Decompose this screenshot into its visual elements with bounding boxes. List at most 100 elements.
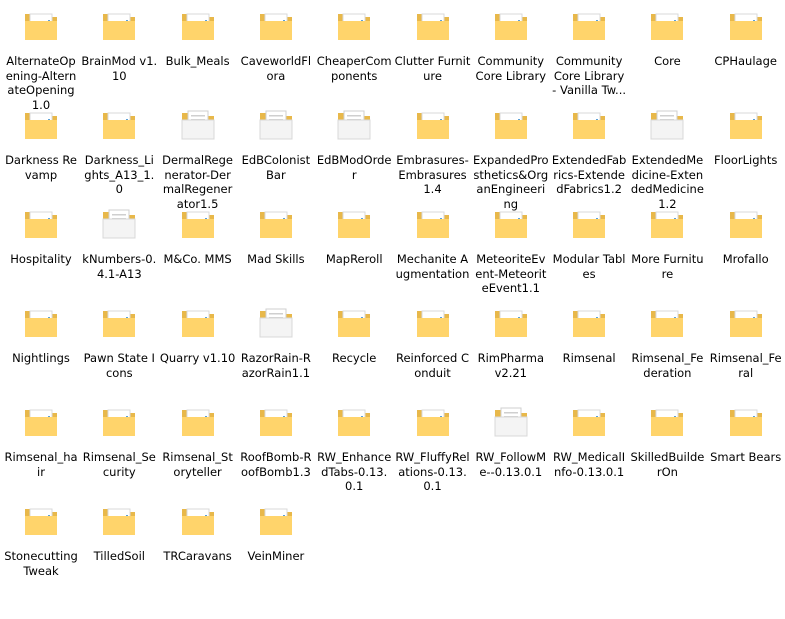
- folder-icon: [650, 10, 684, 42]
- folder-item[interactable]: MeteoriteEvent-MeteoriteEvent1.1: [473, 198, 549, 296]
- folder-icon: [337, 307, 371, 339]
- folder-label: SkilledBuilderOn: [630, 450, 705, 479]
- folder-icon: [259, 406, 293, 438]
- folder-label: ExtendedFabrics-ExtendedFabrics1.2: [551, 153, 627, 196]
- folder-label: Embrasures-Embrasures1.4: [396, 153, 469, 196]
- folder-item[interactable]: Rimsenal: [551, 297, 627, 366]
- folder-item[interactable]: Mrofallo: [708, 198, 784, 267]
- folder-icon: [494, 109, 528, 141]
- folder-label: kNumbers-0.4.1-A13: [82, 252, 157, 281]
- folder-item[interactable]: RW_FluffyRelations-0.13.0.1: [395, 396, 471, 494]
- folder-label: RazorRain-RazorRain1.1: [240, 351, 311, 380]
- folder-item[interactable]: Community Core Library - Vanilla Tw...: [551, 0, 627, 98]
- folder-label: CheaperComponents: [316, 54, 392, 83]
- folder-item[interactable]: M&Co. MMS: [160, 198, 236, 267]
- folder-item[interactable]: TilledSoil: [81, 495, 157, 564]
- folder-label: Reinforced Conduit: [396, 351, 469, 380]
- folder-item[interactable]: RW_FollowMe--0.13.0.1: [473, 396, 549, 479]
- folder-item[interactable]: DermalRegenerator-DermalRegenerator1.5: [160, 99, 236, 211]
- folder-item[interactable]: BrainMod v1.10: [81, 0, 157, 83]
- folder-label: Hospitality: [10, 252, 72, 266]
- folder-item[interactable]: RimPharma v2.21: [473, 297, 549, 380]
- folder-label: CPHaulage: [714, 54, 777, 68]
- folder-item[interactable]: EdBColonistBar: [238, 99, 314, 182]
- folder-item[interactable]: Rimsenal_hair: [3, 396, 79, 479]
- folder-item[interactable]: VeinMiner: [238, 495, 314, 564]
- folder-icon: [729, 406, 763, 438]
- folder-item[interactable]: Nightlings: [3, 297, 79, 366]
- folder-item[interactable]: FloorLights: [708, 99, 784, 168]
- folder-item[interactable]: Core: [629, 0, 705, 69]
- folder-icon: [650, 307, 684, 339]
- folder-item[interactable]: More Furniture: [629, 198, 705, 281]
- folder-label: Darkness Revamp: [5, 153, 77, 182]
- folder-item[interactable]: Reinforced Conduit: [395, 297, 471, 380]
- folder-item[interactable]: Recycle: [316, 297, 392, 366]
- folder-item[interactable]: ExtendedFabrics-ExtendedFabrics1.2: [551, 99, 627, 197]
- folder-doc-icon: [337, 109, 371, 141]
- folder-icon: [24, 505, 58, 537]
- folder-label: Bulk_Meals: [165, 54, 230, 68]
- folder-doc-icon: [650, 109, 684, 141]
- folder-item[interactable]: TRCaravans: [160, 495, 236, 564]
- folder-item[interactable]: Darkness_Lights_A13_1.0: [81, 99, 157, 197]
- folder-icon: [729, 208, 763, 240]
- folder-item[interactable]: RW_EnhancedTabs-0.13.0.1: [316, 396, 392, 494]
- folder-label: More Furniture: [631, 252, 704, 281]
- folder-item[interactable]: Rimsenal_Security: [81, 396, 157, 479]
- folder-doc-icon: [102, 208, 136, 240]
- folder-item[interactable]: MapReroll: [316, 198, 392, 267]
- folder-item[interactable]: Embrasures-Embrasures1.4: [395, 99, 471, 197]
- folder-item[interactable]: ExtendedMedicine-ExtendedMedicine1.2: [629, 99, 705, 211]
- folder-item[interactable]: Mechanite Augmentation: [395, 198, 471, 281]
- folder-item[interactable]: Pawn State Icons: [81, 297, 157, 380]
- folder-item[interactable]: CaveworldFlora: [238, 0, 314, 83]
- folder-item[interactable]: Mad Skills: [238, 198, 314, 267]
- folder-icon: [24, 208, 58, 240]
- folder-label: Pawn State Icons: [83, 351, 155, 380]
- folder-item[interactable]: RoofBomb-RoofBomb1.3: [238, 396, 314, 479]
- folder-label: RW_FollowMe--0.13.0.1: [475, 450, 547, 479]
- folder-item[interactable]: SkilledBuilderOn: [629, 396, 705, 479]
- folder-item[interactable]: AlternateOpening-AlternateOpening1.0: [3, 0, 79, 112]
- folder-item[interactable]: CheaperComponents: [316, 0, 392, 83]
- folder-label: Nightlings: [12, 351, 70, 365]
- folder-label: Smart Bears: [710, 450, 782, 464]
- folder-label: Quarry v1.10: [159, 351, 236, 365]
- folder-item[interactable]: Hospitality: [3, 198, 79, 267]
- folder-icon: [416, 208, 450, 240]
- folder-icon: [259, 505, 293, 537]
- folder-label: Core: [654, 54, 681, 68]
- folder-item[interactable]: Clutter Furniture: [395, 0, 471, 83]
- folder-item[interactable]: Community Core Library: [473, 0, 549, 83]
- folder-item[interactable]: Darkness Revamp: [3, 99, 79, 182]
- folder-icon: [181, 208, 215, 240]
- folder-item[interactable]: EdBModOrder: [316, 99, 392, 182]
- folder-label: Darkness_Lights_A13_1.0: [84, 153, 155, 196]
- folder-icon: [572, 406, 606, 438]
- folder-item[interactable]: Rimsenal_Federation: [629, 297, 705, 380]
- folder-item[interactable]: Rimsenal_Feral: [708, 297, 784, 380]
- folder-item[interactable]: Stonecutting Tweak: [3, 495, 79, 578]
- folder-item[interactable]: Rimsenal_Storyteller: [160, 396, 236, 479]
- folder-icon: [650, 406, 684, 438]
- folder-doc-icon: [259, 307, 293, 339]
- folder-icon: [494, 307, 528, 339]
- folder-item[interactable]: Bulk_Meals: [160, 0, 236, 69]
- folder-label: TilledSoil: [93, 549, 145, 563]
- folder-item[interactable]: Modular Tables: [551, 198, 627, 281]
- folder-item[interactable]: Quarry v1.10: [160, 297, 236, 366]
- folder-item[interactable]: CPHaulage: [708, 0, 784, 69]
- folder-label: Community Core Library: [475, 54, 547, 83]
- folder-label: RoofBomb-RoofBomb1.3: [240, 450, 312, 479]
- folder-icon: [102, 10, 136, 42]
- folder-icon: [24, 406, 58, 438]
- folder-icon: [650, 208, 684, 240]
- folder-icon: [572, 10, 606, 42]
- folder-item[interactable]: Smart Bears: [708, 396, 784, 465]
- folder-item[interactable]: kNumbers-0.4.1-A13: [81, 198, 157, 281]
- folder-item[interactable]: RazorRain-RazorRain1.1: [238, 297, 314, 380]
- folder-item[interactable]: ExpandedProsthetics&OrganEngineering: [473, 99, 549, 211]
- folder-item[interactable]: RW_MedicalInfo-0.13.0.1: [551, 396, 627, 479]
- folder-icon: [337, 208, 371, 240]
